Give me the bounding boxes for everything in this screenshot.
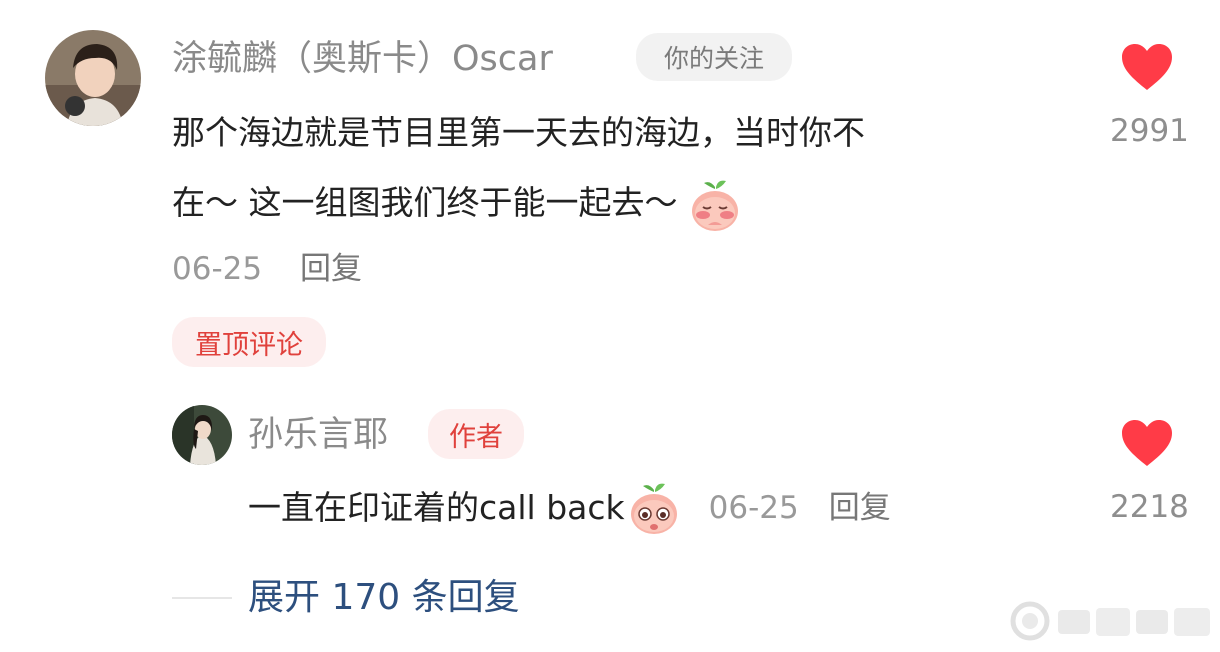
- commenter-name[interactable]: 涂毓麟（奥斯卡）Oscar: [172, 42, 553, 77]
- expand-divider: [172, 597, 232, 599]
- comment-text-line-1: 那个海边就是节目里第一天去的海边，当时你不: [172, 113, 865, 152]
- expand-replies-link[interactable]: 展开 170 条回复: [248, 580, 520, 616]
- reply-author-avatar[interactable]: [172, 405, 232, 465]
- reply-text: 一直在印证着的call back: [248, 488, 625, 527]
- like-count: 2991: [1110, 113, 1189, 149]
- reply-author-name[interactable]: 孙乐言耶: [248, 418, 388, 453]
- peach-emoji-icon: [630, 483, 677, 534]
- reply-row: 一直在印证着的call back 06-25 回复: [248, 477, 891, 539]
- comment-text-line-2-text: 在～ 这一组图我们终于能一起去～: [172, 183, 678, 222]
- heart-icon: [1122, 420, 1172, 466]
- reply-like-button[interactable]: [1120, 418, 1174, 468]
- comment-date: 06-25: [172, 251, 263, 287]
- reply-like-count: 2218: [1110, 489, 1189, 525]
- heart-icon: [1122, 44, 1172, 90]
- following-badge: 你的关注: [636, 33, 792, 81]
- like-button[interactable]: [1120, 42, 1174, 92]
- peach-emoji-icon: [692, 180, 738, 231]
- reply-button[interactable]: 回复: [300, 254, 362, 285]
- comment-text-line-2: 在～ 这一组图我们终于能一起去～: [172, 168, 1072, 238]
- commenter-avatar[interactable]: [45, 30, 141, 126]
- reply-date: 06-25: [708, 489, 799, 526]
- author-badge: 作者: [428, 409, 524, 459]
- weibo-watermark: [1008, 600, 1213, 642]
- reply-reply-button[interactable]: 回复: [829, 492, 891, 524]
- pinned-comment-badge: 置顶评论: [172, 317, 326, 367]
- comment-text: 那个海边就是节目里第一天去的海边，当时你不 在～ 这一组图我们终于能一起去～: [172, 98, 1072, 238]
